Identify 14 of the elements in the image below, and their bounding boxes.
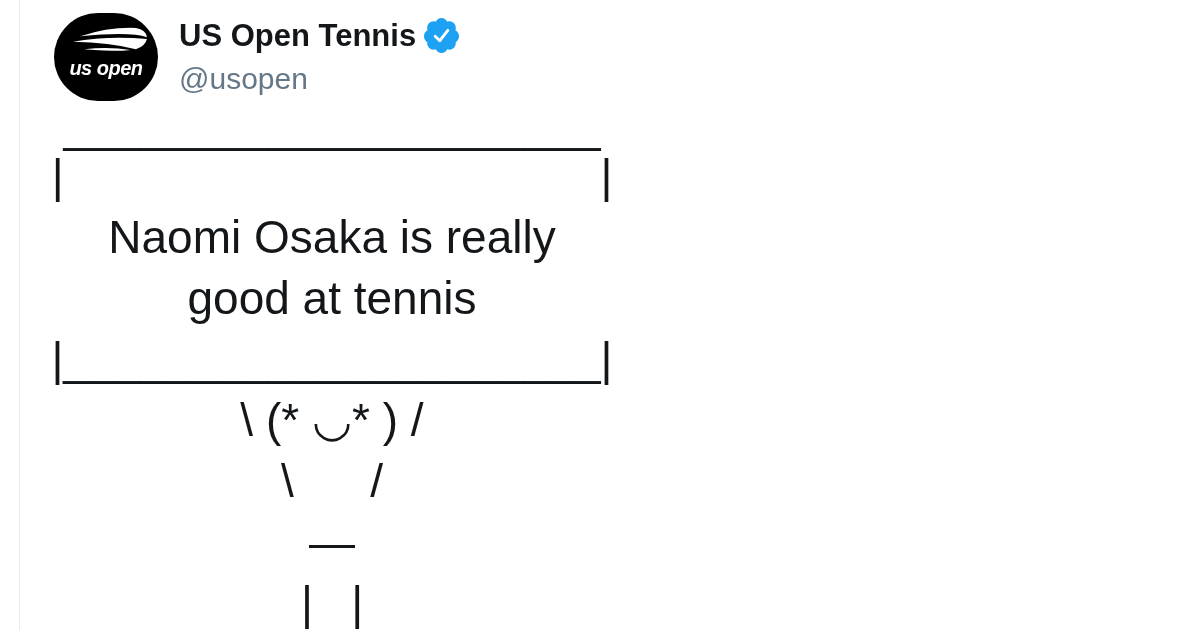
tweet-text-line: \ (* ◡* ) / bbox=[240, 395, 424, 445]
tweet-text-line: | | bbox=[300, 578, 364, 628]
tweet-text-line: \ / bbox=[280, 456, 384, 506]
tweet-text-line: — bbox=[309, 517, 355, 567]
tweet-text-line: | | bbox=[51, 151, 613, 201]
tweet-text-line: Naomi Osaka is really bbox=[108, 212, 556, 262]
tweet-text-line: |_____________________| bbox=[51, 334, 613, 384]
tweet-text-line: good at tennis bbox=[187, 273, 477, 323]
logo-text: us open bbox=[69, 58, 143, 78]
logo-swoosh-icon bbox=[73, 26, 147, 52]
author-handle[interactable]: @usopen bbox=[179, 64, 308, 94]
tweet-text-line: _____________________ bbox=[63, 101, 601, 151]
author-name[interactable]: US Open Tennis bbox=[179, 20, 417, 51]
avatar[interactable]: us open bbox=[54, 13, 158, 101]
